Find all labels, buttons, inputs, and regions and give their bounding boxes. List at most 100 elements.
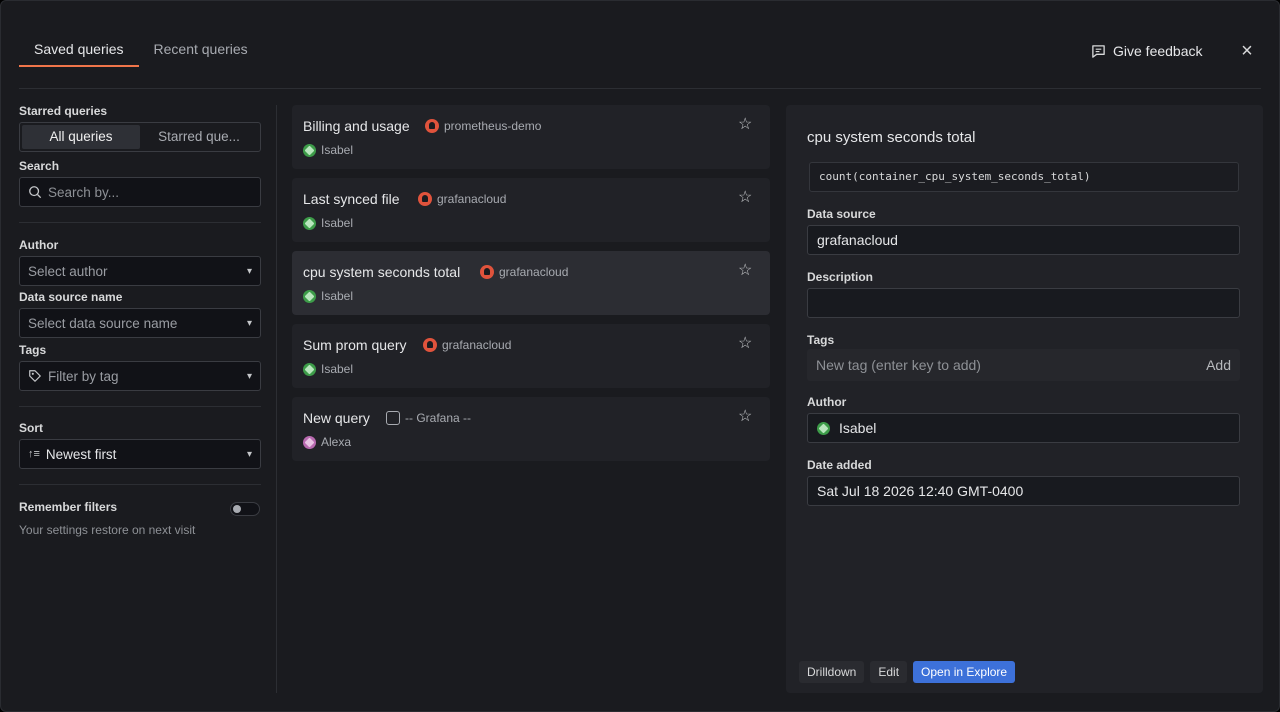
data-source-name-label: Data source name — [19, 290, 123, 304]
query-card[interactable]: Last synced file grafanacloud Isabel ☆ — [292, 178, 770, 242]
author-select[interactable]: Select author ▾ — [19, 256, 261, 286]
open-in-explore-button[interactable]: Open in Explore — [913, 661, 1016, 683]
query-card-selected[interactable]: cpu system seconds total grafanacloud Is… — [292, 251, 770, 315]
chevron-down-icon: ▾ — [246, 265, 252, 277]
query-datasource: grafanacloud — [418, 192, 506, 206]
author-value: Isabel — [839, 420, 877, 436]
query-card[interactable]: Sum prom query grafanacloud Isabel ☆ — [292, 324, 770, 388]
query-datasource: -- Grafana -- — [386, 411, 471, 425]
give-feedback-label: Give feedback — [1113, 43, 1203, 59]
sort-icon: ↑≡ — [28, 448, 40, 460]
remember-filters-hint: Your settings restore on next visit — [19, 523, 196, 537]
starred-queries-label: Starred queries — [19, 104, 108, 118]
data-source-select[interactable]: Select data source name ▾ — [19, 308, 261, 338]
star-icon[interactable]: ☆ — [738, 117, 752, 133]
starred-segmented-control: All queries Starred que... — [19, 122, 261, 152]
prometheus-icon — [418, 192, 432, 206]
panel-divider — [276, 105, 277, 693]
star-icon[interactable]: ☆ — [738, 336, 752, 352]
star-icon[interactable]: ☆ — [738, 409, 752, 425]
star-icon[interactable]: ☆ — [738, 263, 752, 279]
star-icon[interactable]: ☆ — [738, 190, 752, 206]
date-added-label: Date added — [807, 458, 872, 472]
header-divider — [19, 88, 1261, 89]
date-added-field: Sat Jul 18 2026 12:40 GMT-0400 — [807, 476, 1240, 506]
data-source-label: Data source — [807, 207, 876, 221]
remember-filters-toggle[interactable] — [230, 502, 260, 516]
query-title: Sum prom query — [303, 337, 407, 353]
query-datasource-name: grafanacloud — [437, 192, 507, 206]
drilldown-button[interactable]: Drilldown — [799, 661, 865, 683]
database-icon — [386, 411, 400, 425]
query-author-name: Alexa — [321, 435, 352, 449]
tab-saved-queries[interactable]: Saved queries — [19, 39, 139, 67]
filters-divider — [19, 484, 261, 485]
sort-select[interactable]: ↑≡ Newest first ▾ — [19, 439, 261, 469]
tab-recent-queries[interactable]: Recent queries — [139, 39, 263, 67]
avatar — [303, 362, 316, 376]
close-icon[interactable]: × — [1237, 41, 1257, 61]
sort-select-value: Newest first — [45, 446, 117, 462]
query-author-name: Isabel — [321, 362, 354, 376]
search-label: Search — [19, 159, 60, 173]
prometheus-icon — [423, 338, 437, 352]
author-field: Isabel — [807, 413, 1240, 443]
query-title: Last synced file — [303, 191, 400, 207]
query-title: cpu system seconds total — [303, 264, 461, 280]
sort-label: Sort — [19, 421, 43, 435]
new-tag-input[interactable]: New tag (enter key to add) Add — [807, 349, 1240, 381]
edit-button[interactable]: Edit — [870, 661, 908, 683]
data-source-value: grafanacloud — [817, 232, 898, 248]
query-author-name: Isabel — [321, 143, 354, 157]
author-select-value: Select author — [28, 263, 108, 279]
query-title: New query — [303, 410, 370, 426]
search-icon — [29, 186, 42, 199]
prometheus-icon — [425, 119, 439, 133]
segment-all-queries[interactable]: All queries — [22, 125, 140, 149]
give-feedback-button[interactable]: Give feedback — [1091, 43, 1203, 59]
remember-filters-label: Remember filters — [19, 500, 118, 514]
data-source-select-value: Select data source name — [28, 315, 178, 331]
query-datasource-name: -- Grafana -- — [405, 411, 472, 425]
chevron-down-icon: ▾ — [246, 448, 252, 460]
avatar — [303, 435, 316, 449]
query-author-name: Isabel — [321, 216, 354, 230]
tag-filter-select[interactable]: Filter by tag ▾ — [19, 361, 261, 391]
query-author: Isabel — [303, 143, 353, 157]
query-datasource: grafanacloud — [423, 338, 511, 352]
tag-filter-value: Filter by tag — [48, 368, 119, 384]
search-placeholder: Search by... — [48, 184, 120, 200]
avatar — [303, 143, 316, 157]
chevron-down-icon: ▾ — [246, 370, 252, 382]
query-card[interactable]: New query -- Grafana -- Alexa ☆ — [292, 397, 770, 461]
chevron-down-icon: ▾ — [246, 317, 252, 329]
query-expression[interactable]: count(container_cpu_system_seconds_total… — [809, 162, 1239, 192]
author-label: Author — [807, 395, 847, 409]
query-author: Isabel — [303, 216, 353, 230]
tab-bar: Saved queries Recent queries — [19, 39, 263, 67]
query-datasource: prometheus-demo — [425, 119, 541, 133]
query-card[interactable]: Billing and usage prometheus-demo Isabel… — [292, 105, 770, 169]
add-tag-button[interactable]: Add — [1206, 357, 1231, 373]
query-datasource-name: prometheus-demo — [444, 119, 542, 133]
new-tag-placeholder: New tag (enter key to add) — [816, 357, 981, 373]
query-datasource-name: grafanacloud — [442, 338, 512, 352]
description-label: Description — [807, 270, 874, 284]
avatar — [817, 421, 830, 435]
search-input[interactable]: Search by... — [19, 177, 261, 207]
date-added-value: Sat Jul 18 2026 12:40 GMT-0400 — [817, 483, 1024, 499]
data-source-field[interactable]: grafanacloud — [807, 225, 1240, 255]
query-title: Billing and usage — [303, 118, 410, 134]
filters-divider — [19, 222, 261, 223]
prometheus-icon — [480, 265, 494, 279]
tag-icon — [29, 370, 41, 382]
query-datasource: grafanacloud — [480, 265, 568, 279]
feedback-icon — [1092, 44, 1105, 58]
query-detail-panel: cpu system seconds total count(container… — [786, 105, 1263, 693]
segment-starred-queries[interactable]: Starred que... — [140, 125, 258, 149]
query-datasource-name: grafanacloud — [499, 265, 569, 279]
query-author: Alexa — [303, 435, 351, 449]
query-author: Isabel — [303, 362, 353, 376]
description-field[interactable] — [807, 288, 1240, 318]
avatar — [303, 289, 316, 303]
